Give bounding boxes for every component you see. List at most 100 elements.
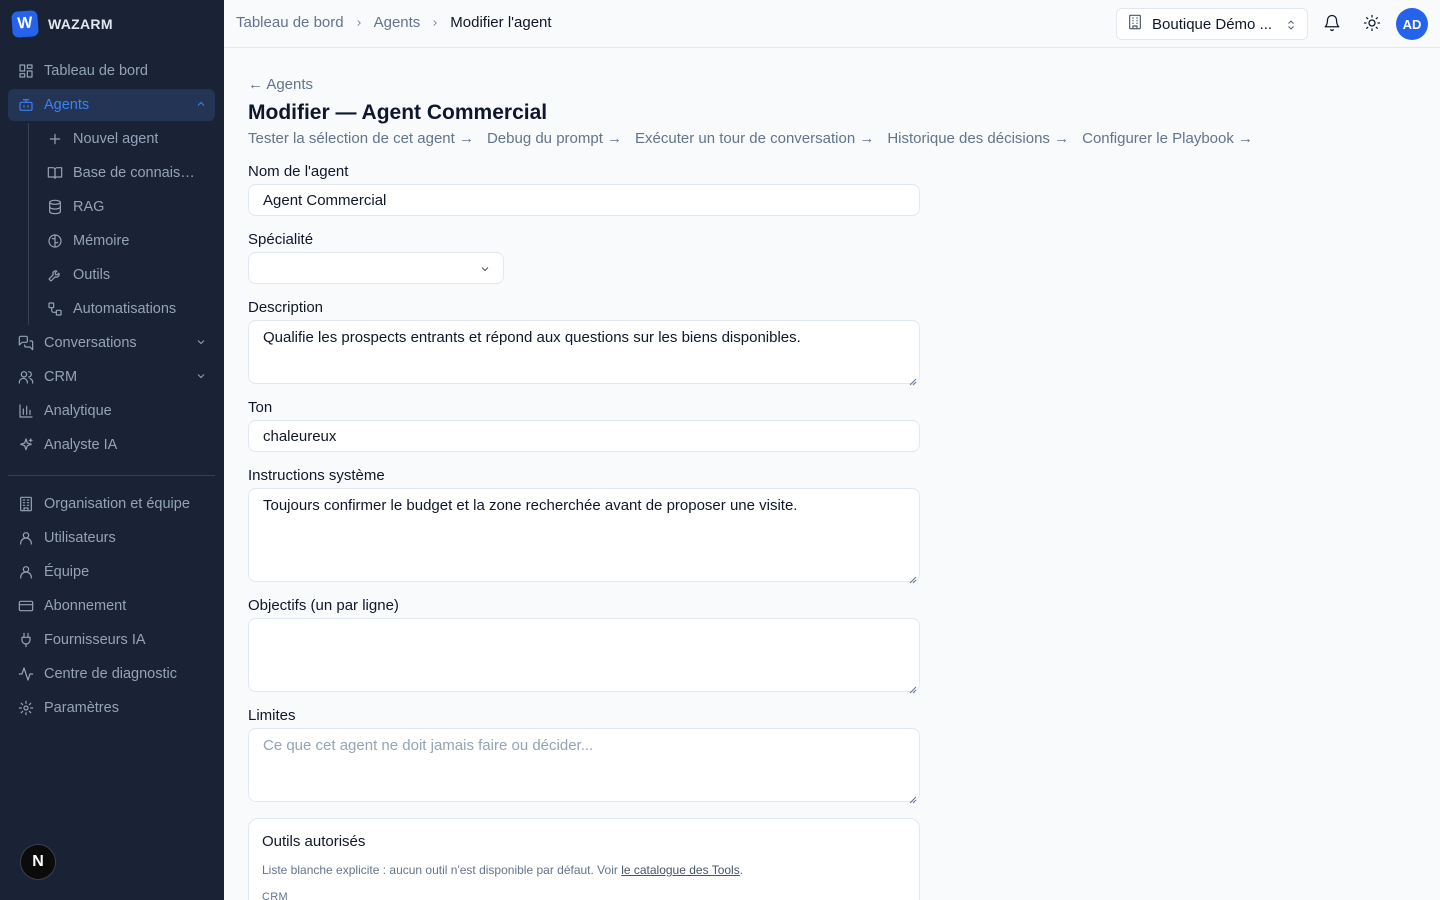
sidebar: W WAZARM Tableau de bord Agents Nouvel a… xyxy=(0,0,224,900)
sidebar-divider xyxy=(8,475,215,476)
brand-name: WAZARM xyxy=(48,16,113,32)
sidebar-item-label: Organisation et équipe xyxy=(44,496,190,512)
plus-icon xyxy=(47,131,63,147)
user-icon xyxy=(18,564,34,580)
bot-icon xyxy=(18,97,34,113)
bell-icon[interactable] xyxy=(1323,14,1341,32)
link-configure-playbook[interactable]: Configurer le Playbook → xyxy=(1082,130,1253,147)
sidebar-item-users[interactable]: Utilisateurs xyxy=(8,522,215,554)
sidebar-item-label: Fournisseurs IA xyxy=(44,632,146,648)
objectives-textarea[interactable] xyxy=(248,618,920,694)
settings-icon xyxy=(18,700,34,716)
breadcrumb: Tableau de bord Agents Modifier l'agent xyxy=(236,14,552,31)
dev-tools-badge[interactable]: N xyxy=(20,844,56,880)
chevron-up-icon[interactable] xyxy=(195,98,207,110)
specialty-select[interactable] xyxy=(248,252,504,284)
sidebar-item-label: CRM xyxy=(44,369,78,385)
allowed-tools-card: Outils autorisés Liste blanche explicite… xyxy=(248,818,920,900)
sidebar-item-tools[interactable]: Outils xyxy=(39,259,215,291)
description-value: Qualifie les prospects entrants et répon… xyxy=(263,329,801,346)
brand-logo: W xyxy=(11,10,39,38)
chart-icon xyxy=(18,403,34,419)
sidebar-item-analytics[interactable]: Analytique xyxy=(8,395,215,427)
sidebar-item-label: Nouvel agent xyxy=(73,131,159,147)
sidebar-item-label: Agents xyxy=(44,97,90,113)
resize-handle-icon[interactable] xyxy=(909,681,917,694)
chevron-right-icon xyxy=(430,18,440,28)
breadcrumb-item-current: Modifier l'agent xyxy=(450,14,552,31)
user-icon xyxy=(18,530,34,546)
chevron-down-icon[interactable] xyxy=(195,370,207,382)
sidebar-item-diagnostics[interactable]: Centre de diagnostic xyxy=(8,658,215,690)
sidebar-item-agents[interactable]: Agents xyxy=(8,89,215,121)
avatar[interactable]: AD xyxy=(1396,8,1428,40)
sidebar-item-team[interactable]: Équipe xyxy=(8,556,215,588)
database-icon xyxy=(47,199,63,215)
tone-input[interactable]: chaleureux xyxy=(248,420,920,452)
limits-label: Limites xyxy=(248,707,296,724)
sidebar-item-label: Tableau de bord xyxy=(44,63,148,79)
sidebar-item-label: Analytique xyxy=(44,403,112,419)
link-run-conversation-turn[interactable]: Exécuter un tour de conversation → xyxy=(635,130,874,147)
back-link[interactable]: ← Agents xyxy=(248,76,313,93)
sidebar-item-conversations[interactable]: Conversations xyxy=(8,327,215,359)
quick-links: Tester la sélection de cet agent → Debug… xyxy=(248,130,1253,147)
allowed-tools-help: Liste blanche explicite : aucun outil n'… xyxy=(262,863,743,877)
chevron-down-icon[interactable] xyxy=(195,336,207,348)
sun-icon[interactable] xyxy=(1363,14,1381,32)
tools-catalog-link[interactable]: le catalogue des Tools xyxy=(621,863,740,877)
chat-icon xyxy=(18,335,34,351)
sidebar-item-dashboard[interactable]: Tableau de bord xyxy=(8,55,215,87)
sidebar-item-label: RAG xyxy=(73,199,105,215)
plug-icon xyxy=(18,632,34,648)
organization-selector[interactable]: Boutique Démo ... xyxy=(1116,8,1308,40)
breadcrumb-item-agents[interactable]: Agents xyxy=(374,14,421,31)
sidebar-item-settings[interactable]: Paramètres xyxy=(8,692,215,724)
instructions-label: Instructions système xyxy=(248,467,385,484)
system-instructions-textarea[interactable]: Toujours confirmer le budget et la zone … xyxy=(248,488,920,584)
sidebar-item-automations[interactable]: Automatisations xyxy=(39,293,215,325)
sidebar-item-ai-analyst[interactable]: Analyste IA xyxy=(8,429,215,461)
tone-label: Ton xyxy=(248,399,273,416)
allowed-tools-title: Outils autorisés xyxy=(262,833,366,850)
sidebar-item-label: Base de connaissances xyxy=(73,165,199,181)
sidebar-item-organization[interactable]: Organisation et équipe xyxy=(8,488,215,520)
sidebar-item-new-agent[interactable]: Nouvel agent xyxy=(39,123,215,155)
instructions-value: Toujours confirmer le budget et la zone … xyxy=(263,497,798,514)
link-decision-history[interactable]: Historique des décisions → xyxy=(887,130,1069,147)
sidebar-item-label: Paramètres xyxy=(44,700,119,716)
tools-group-crm: CRM xyxy=(262,891,288,900)
sidebar-item-label: Analyste IA xyxy=(44,437,118,453)
sidebar-item-memory[interactable]: Mémoire xyxy=(39,225,215,257)
agent-name-input[interactable]: Agent Commercial xyxy=(248,184,920,216)
sidebar-item-label: Conversations xyxy=(44,335,137,351)
sidebar-item-subscription[interactable]: Abonnement xyxy=(8,590,215,622)
description-label: Description xyxy=(248,299,324,316)
help-text: Liste blanche explicite : aucun outil n'… xyxy=(262,863,622,877)
link-debug-prompt[interactable]: Debug du prompt → xyxy=(487,130,622,147)
building-icon xyxy=(18,496,34,512)
sidebar-item-knowledge-base[interactable]: Base de connaissances xyxy=(39,157,215,189)
sidebar-item-ai-providers[interactable]: Fournisseurs IA xyxy=(8,624,215,656)
organization-name: Boutique Démo ... xyxy=(1152,15,1273,33)
help-text-end: . xyxy=(739,863,744,877)
wrench-icon xyxy=(47,267,63,283)
sidebar-item-label: Équipe xyxy=(44,564,90,580)
sparkles-icon xyxy=(18,437,34,453)
brand[interactable]: W WAZARM xyxy=(11,10,113,38)
description-textarea[interactable]: Qualifie les prospects entrants et répon… xyxy=(248,320,920,386)
resize-handle-icon[interactable] xyxy=(909,791,917,804)
sidebar-item-label: Abonnement xyxy=(44,598,127,614)
link-test-selection[interactable]: Tester la sélection de cet agent → xyxy=(248,130,474,147)
limits-textarea[interactable]: Ce que cet agent ne doit jamais faire ou… xyxy=(248,728,920,804)
breadcrumb-item-dashboard[interactable]: Tableau de bord xyxy=(236,14,344,31)
chevron-down-icon xyxy=(479,262,491,280)
resize-handle-icon[interactable] xyxy=(909,373,917,386)
sidebar-item-crm[interactable]: CRM xyxy=(8,361,215,393)
name-label: Nom de l'agent xyxy=(248,163,349,180)
page-title: Modifier — Agent Commercial xyxy=(248,101,548,124)
topbar: Tableau de bord Agents Modifier l'agent … xyxy=(224,0,1440,48)
resize-handle-icon[interactable] xyxy=(909,571,917,584)
building-icon xyxy=(1127,14,1143,34)
sidebar-item-rag[interactable]: RAG xyxy=(39,191,215,223)
